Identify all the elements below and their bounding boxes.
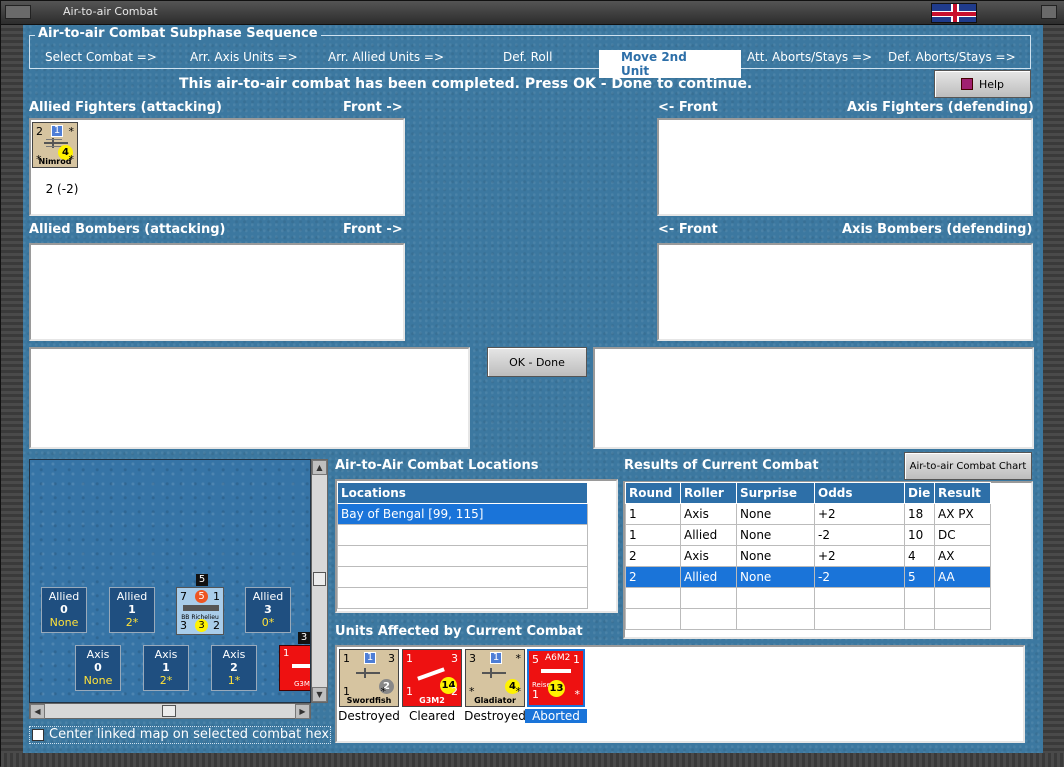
axis-fighters-header: Axis Fighters (defending) [847, 100, 1034, 115]
phase-step-def-aborts: Def. Aborts/Stays => [888, 50, 1016, 64]
vertical-scroll-thumb[interactable] [313, 572, 326, 586]
allied-box-0: Allied 0 None [41, 587, 87, 633]
phase-sequence-title: Air-to-air Combat Subphase Sequence [35, 26, 321, 41]
unit-counter-gladiator[interactable]: 3 1 * 4 * * Gladiator [465, 649, 525, 707]
ok-done-button[interactable]: OK - Done [487, 347, 587, 377]
location-row[interactable] [337, 545, 588, 567]
horizontal-scroll-thumb[interactable] [162, 705, 176, 717]
close-window-button[interactable] [1041, 5, 1057, 19]
scroll-left-arrow-icon[interactable]: ◀ [30, 704, 45, 719]
allied-bombers-front-label: Front -> [343, 222, 403, 237]
edge-stack-badge: 3 [298, 632, 310, 644]
location-row[interactable] [337, 524, 588, 546]
help-label: Help [978, 77, 1005, 91]
left-frame [1, 25, 23, 755]
phase-step-att-aborts: Att. Aborts/Stays => [747, 50, 873, 64]
biplane-icon [356, 668, 380, 678]
axis-bombers-header: Axis Bombers (defending) [842, 222, 1033, 237]
axis-fighters-front-label: <- Front [658, 100, 718, 115]
air-combat-window: Air-to-air Combat Air-to-air Combat Subp… [0, 0, 1064, 767]
location-row[interactable]: Bay of Bengal [99, 115] [337, 503, 588, 525]
axis-bombers-panel[interactable] [657, 243, 1033, 341]
phase-step-arr-allied: Arr. Allied Units => [328, 50, 445, 64]
scroll-up-arrow-icon[interactable]: ▲ [312, 460, 327, 475]
results-title: Results of Current Combat [624, 458, 819, 473]
swordfish-status: Destroyed [338, 709, 400, 723]
nimrod-caption: 2 (-2) [45, 182, 79, 196]
uk-flag-icon [931, 3, 977, 23]
results-table: Round Roller Surprise Odds Die Result 1A… [625, 482, 991, 630]
center-map-checkbox-label: Center linked map on selected combat hex [49, 727, 330, 742]
linked-map[interactable]: Allied 0 None Allied 1 2* Allied 3 0* Axis 0 Non… [29, 459, 311, 703]
unit-counter-nimrod[interactable]: 2 1 * 4 * * Nimrod [32, 122, 78, 168]
ship-counter-richelieu[interactable]: 7 5 1 BB Richelieu 3 3 2 [176, 587, 224, 635]
status-message: This air-to-air combat has been complete… [179, 76, 753, 92]
right-frame [1043, 25, 1064, 755]
g3m2-status: Cleared [408, 709, 456, 723]
biplane-icon [482, 668, 506, 678]
affected-title: Units Affected by Current Combat [335, 624, 583, 639]
allied-bombers-panel[interactable] [29, 243, 405, 341]
result-row[interactable] [625, 608, 991, 630]
a6m2-status: Aborted [525, 709, 587, 723]
axis-box-2: Axis 2 1* [211, 645, 257, 691]
help-button[interactable]: Help [934, 70, 1031, 98]
allied-fighters-header: Allied Fighters (attacking) [29, 100, 222, 115]
locations-header: Locations [337, 482, 588, 504]
air-combat-chart-button[interactable]: Air-to-air Combat Chart [904, 452, 1032, 480]
map-vertical-scrollbar[interactable]: ▲ ▼ [311, 459, 328, 703]
location-row[interactable] [337, 587, 588, 609]
plane-icon [292, 664, 310, 668]
result-row[interactable] [625, 587, 991, 609]
map-horizontal-scrollbar[interactable]: ◀ ▶ [29, 703, 311, 719]
unit-counter-swordfish[interactable]: 1 1 3 2 1 * Swordfish [339, 649, 399, 707]
help-book-icon [960, 78, 973, 90]
result-row[interactable]: 2 Axis None +2 4 AX [625, 545, 991, 567]
phase-step-move-2nd-unit: Move 2nd Unit [599, 50, 741, 78]
scroll-right-arrow-icon[interactable]: ▶ [295, 704, 310, 719]
fighter-plane-icon [541, 669, 571, 673]
result-row[interactable]: 2 Allied None -2 5 AA [625, 566, 991, 588]
location-row[interactable] [337, 566, 588, 588]
edge-unit-counter[interactable]: 1 G3M [279, 645, 310, 691]
axis-box-0: Axis 0 None [75, 645, 121, 691]
phase-step-arr-axis: Arr. Axis Units => [190, 50, 298, 64]
system-menu-button[interactable] [5, 5, 31, 19]
allied-info-panel [29, 347, 470, 449]
axis-info-panel [593, 347, 1034, 449]
gladiator-status: Destroyed [464, 709, 526, 723]
center-map-checkbox-row[interactable]: Center linked map on selected combat hex [29, 726, 331, 744]
battleship-icon [183, 605, 219, 611]
locations-table: Locations Bay of Bengal [99, 115] [337, 482, 588, 609]
allied-fighters-front-label: Front -> [343, 100, 403, 115]
unit-counter-g3m2[interactable]: 1 3 14 1 2 G3M2 [402, 649, 462, 707]
result-row[interactable]: 1 Axis None +2 18 AX PX [625, 503, 991, 525]
allied-box-2: Allied 3 0* [245, 587, 291, 633]
axis-box-1: Axis 1 2* [143, 645, 189, 691]
axis-bombers-front-label: <- Front [658, 222, 718, 237]
allied-box-1: Allied 1 2* [109, 587, 155, 633]
scroll-down-arrow-icon[interactable]: ▼ [312, 687, 327, 702]
phase-step-select-combat: Select Combat => [45, 50, 157, 64]
title-bar: Air-to-air Combat [1, 1, 1064, 25]
allied-fighters-panel[interactable] [29, 118, 405, 216]
center-map-checkbox[interactable] [32, 729, 44, 741]
locations-title: Air-to-Air Combat Locations [335, 458, 539, 473]
unit-counter-a6m2[interactable]: 5 A6M2 1 Reisen 13 1 * [527, 649, 585, 707]
bottom-frame [1, 753, 1064, 767]
result-row[interactable]: 1 Allied None -2 10 DC [625, 524, 991, 546]
phase-step-def-roll: Def. Roll [503, 50, 553, 64]
bomber-icon [417, 667, 445, 681]
allied-bombers-header: Allied Bombers (attacking) [29, 222, 226, 237]
ship-stack-badge: 5 [196, 574, 208, 586]
axis-fighters-panel[interactable] [657, 118, 1033, 216]
window-title: Air-to-air Combat [63, 5, 158, 18]
